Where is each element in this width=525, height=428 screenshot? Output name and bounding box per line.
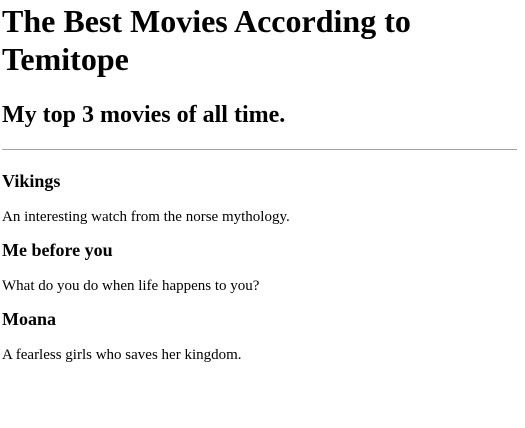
page-subtitle: My top 3 movies of all time.	[2, 102, 286, 128]
movie-description-vikings: An interesting watch from the norse myth…	[2, 209, 290, 225]
page-title: The Best Movies According to Temitope	[2, 3, 411, 77]
movie-description-moana: A fearless girls who saves her kingdom.	[2, 347, 242, 363]
movie-description-me-before-you: What do you do when life happens to you?	[2, 278, 260, 294]
section-divider	[2, 149, 517, 150]
movie-title-me-before-you: Me before you	[2, 240, 113, 260]
movie-title-moana: Moana	[2, 309, 56, 329]
movie-title-vikings: Vikings	[2, 171, 61, 191]
movie-list: Vikings An interesting watch from the no…	[2, 170, 517, 364]
